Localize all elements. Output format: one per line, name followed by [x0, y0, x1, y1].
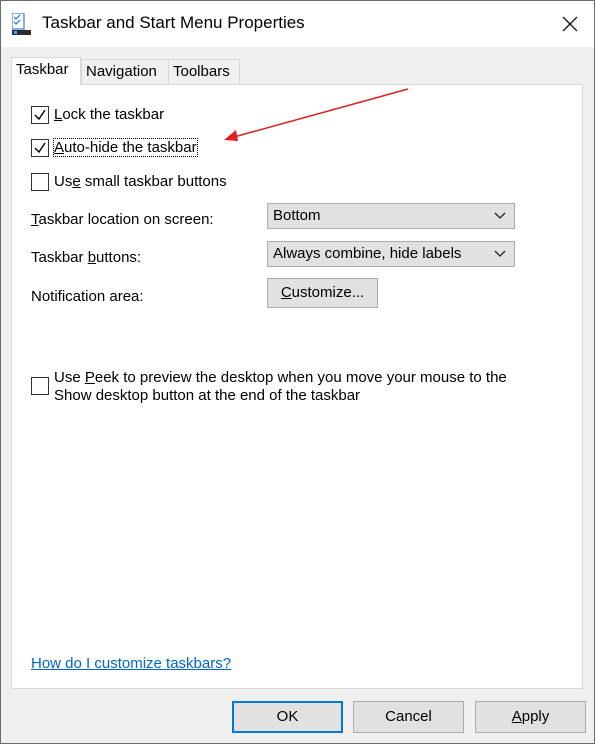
- tab-navigation-label: Navigation: [86, 63, 157, 80]
- properties-dialog: Taskbar and Start Menu Properties Taskba…: [0, 0, 595, 744]
- peek-label: Use Peek to preview the desktop when you…: [54, 369, 507, 404]
- tab-toolbars[interactable]: Toolbars: [168, 59, 240, 84]
- taskbar-properties-icon: [11, 12, 32, 35]
- buttons-label: Taskbar buttons:: [31, 249, 142, 266]
- tab-taskbar[interactable]: Taskbar: [11, 57, 81, 85]
- title-bar: Taskbar and Start Menu Properties: [1, 1, 594, 47]
- close-icon: [562, 16, 578, 32]
- location-value: Bottom: [273, 207, 321, 224]
- auto-hide-checkbox[interactable]: [31, 139, 49, 157]
- location-dropdown[interactable]: Bottom: [267, 203, 515, 229]
- customize-button[interactable]: Customize...: [267, 278, 378, 308]
- checkmark-icon: [34, 142, 46, 154]
- auto-hide-option[interactable]: Auto-hide the taskbar: [31, 138, 198, 157]
- tab-toolbars-label: Toolbars: [173, 63, 230, 80]
- small-buttons-option[interactable]: Use small taskbar buttons: [31, 173, 227, 191]
- checkmark-icon: [34, 109, 46, 121]
- peek-checkbox[interactable]: [31, 377, 49, 395]
- annotation-arrow-icon: [224, 88, 409, 141]
- window-title: Taskbar and Start Menu Properties: [42, 13, 305, 32]
- close-button[interactable]: [546, 1, 594, 47]
- small-buttons-label: Use small taskbar buttons: [54, 173, 227, 190]
- help-link[interactable]: How do I customize taskbars?: [31, 655, 231, 672]
- auto-hide-label: Auto-hide the taskbar: [53, 138, 198, 157]
- lock-taskbar-label: Lock the taskbar: [54, 106, 165, 123]
- apply-button[interactable]: Apply: [475, 701, 586, 733]
- tab-taskbar-label: Taskbar: [16, 61, 69, 78]
- buttons-value: Always combine, hide labels: [273, 245, 462, 262]
- ok-button[interactable]: OK: [232, 701, 343, 733]
- location-label: Taskbar location on screen:: [31, 211, 214, 228]
- notification-area-label: Notification area:: [31, 288, 144, 305]
- small-buttons-checkbox[interactable]: [31, 173, 49, 191]
- chevron-down-icon: [494, 212, 506, 219]
- cancel-button[interactable]: Cancel: [353, 701, 464, 733]
- lock-taskbar-checkbox[interactable]: [31, 106, 49, 124]
- buttons-dropdown[interactable]: Always combine, hide labels: [267, 241, 515, 267]
- lock-taskbar-option[interactable]: Lock the taskbar: [31, 106, 164, 124]
- chevron-down-icon: [494, 250, 506, 257]
- taskbar-tab-panel: Lock the taskbar Auto-hide the taskbar U…: [11, 84, 583, 689]
- tab-navigation[interactable]: Navigation: [81, 59, 169, 84]
- peek-option[interactable]: Use Peek to preview the desktop when you…: [31, 369, 507, 405]
